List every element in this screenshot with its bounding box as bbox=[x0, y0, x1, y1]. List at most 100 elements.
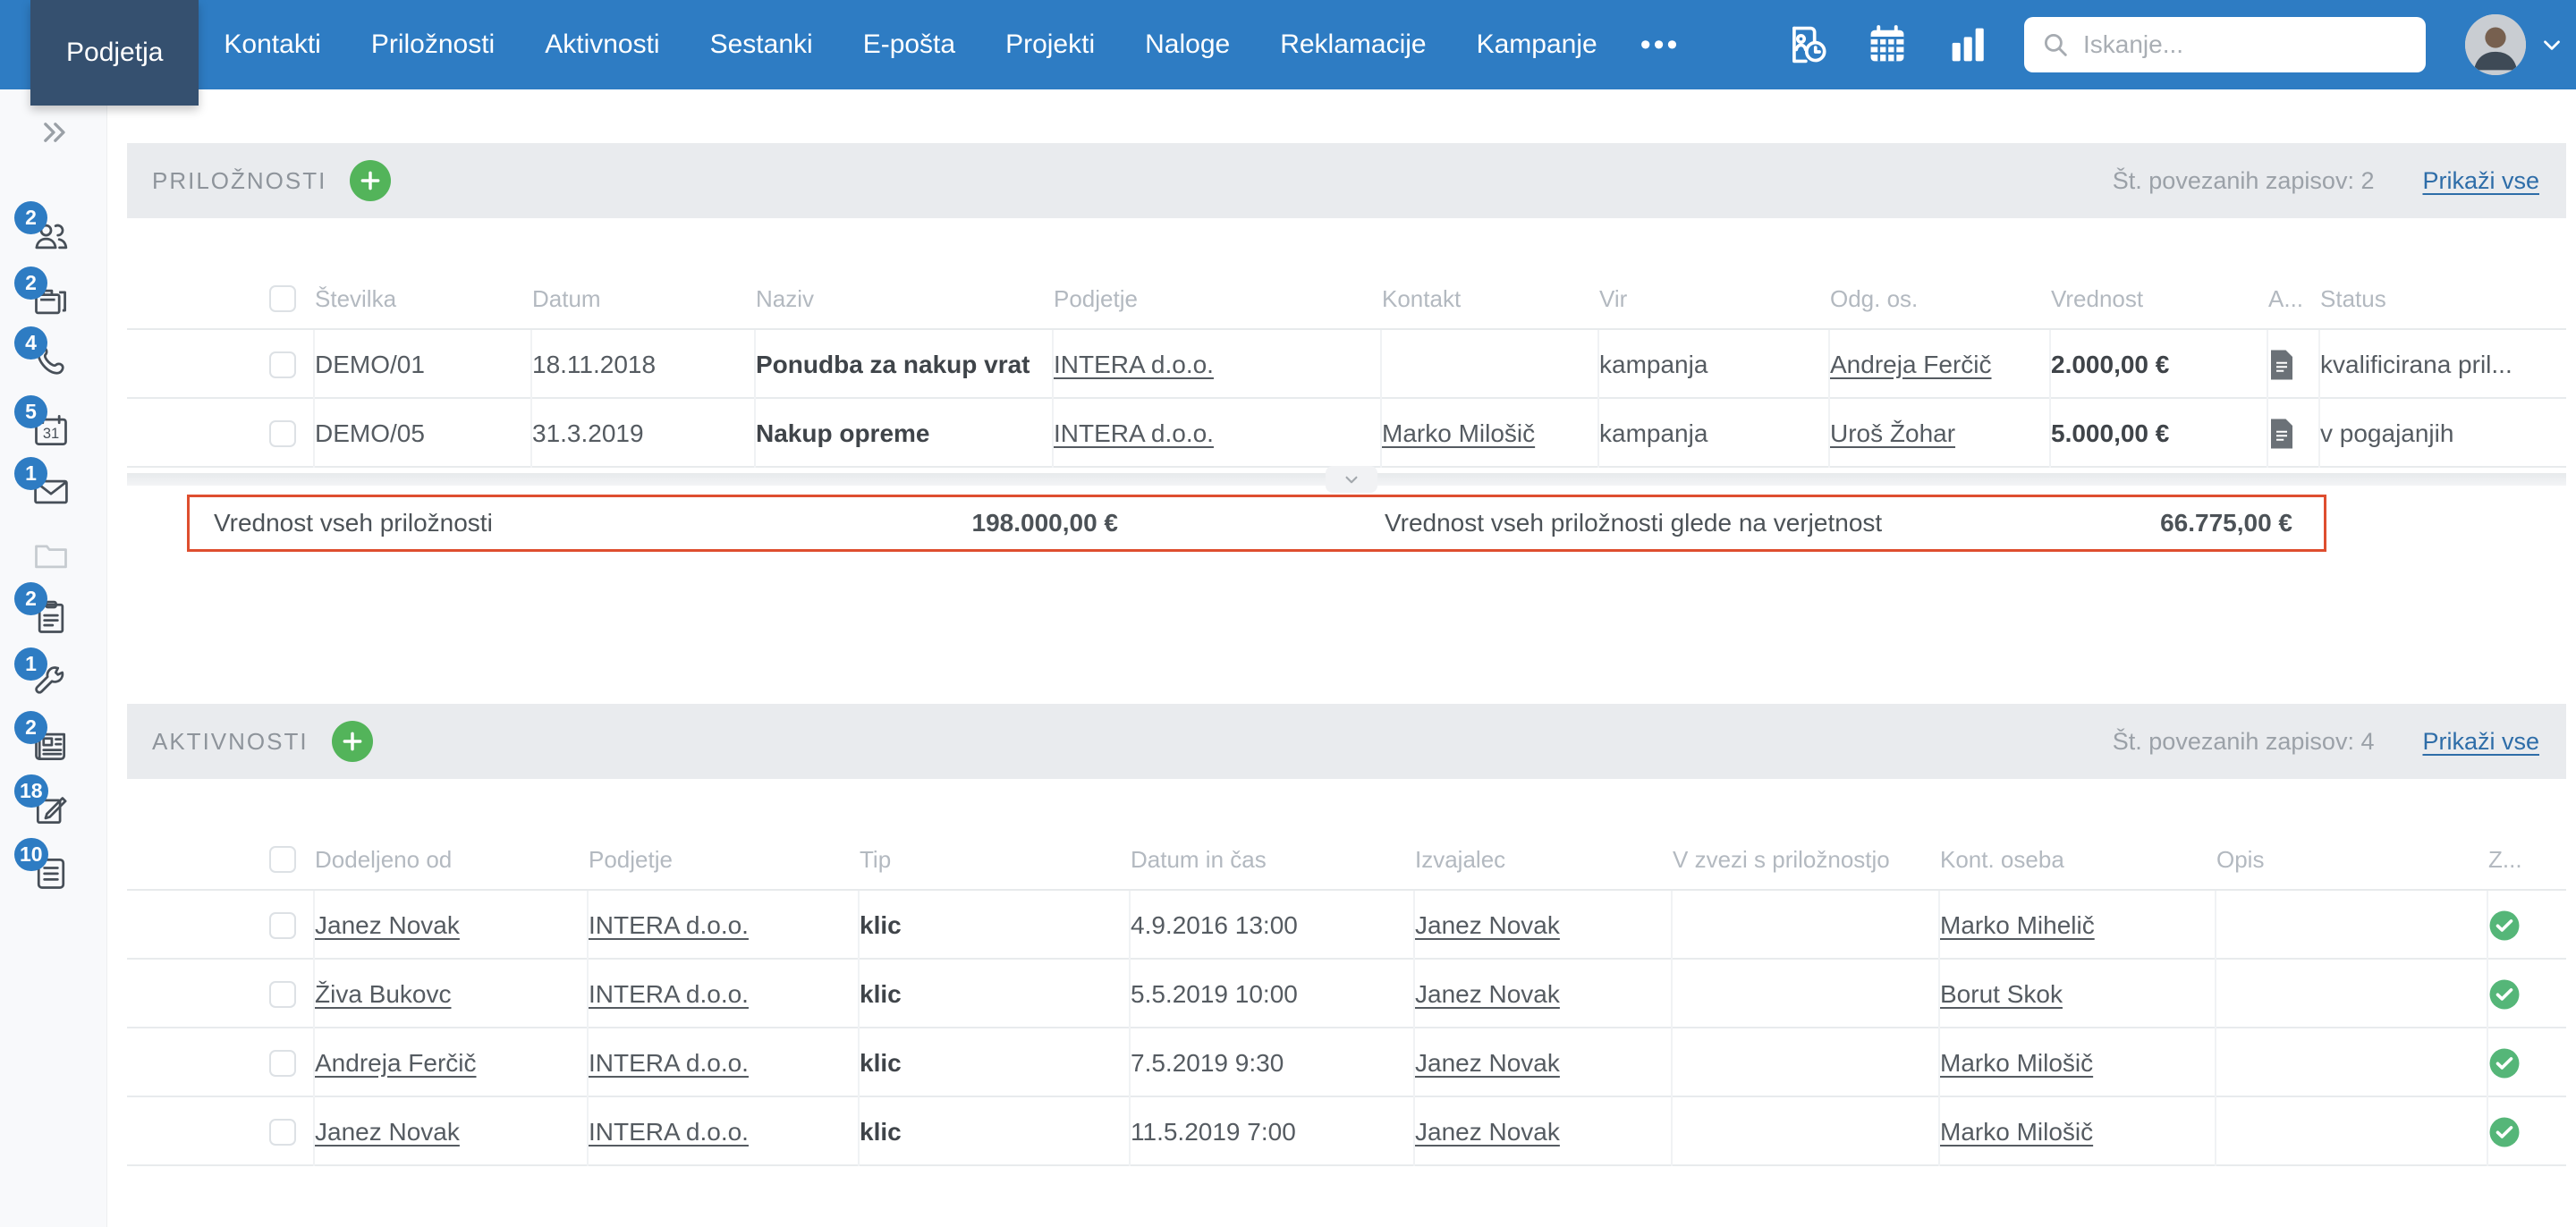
tab-projekti[interactable]: Projekti bbox=[980, 0, 1120, 89]
activity-datetime: 5.5.2019 10:00 bbox=[1131, 979, 1298, 1008]
company-link[interactable]: INTERA d.o.o. bbox=[589, 1118, 749, 1147]
add-opportunity-button[interactable] bbox=[350, 160, 392, 201]
executor-link[interactable]: Janez Novak bbox=[1415, 1049, 1560, 1078]
executor-link[interactable]: Janez Novak bbox=[1415, 911, 1560, 940]
crm-page: Podjetja Kontakti Priložnosti Aktivnosti… bbox=[0, 0, 2576, 1227]
sidebar-item-documents[interactable] bbox=[31, 536, 71, 575]
search-icon bbox=[2044, 33, 2067, 56]
executor-link[interactable]: Janez Novak bbox=[1415, 1118, 1560, 1147]
contact-person-link[interactable]: Marko Milošič bbox=[1940, 1118, 2093, 1147]
calendar-grid-icon[interactable] bbox=[1863, 21, 1911, 69]
row-checkbox[interactable] bbox=[269, 351, 296, 378]
badge-count: 2 bbox=[14, 711, 47, 744]
sidebar-expand-chevron-double-right-icon[interactable] bbox=[34, 113, 73, 157]
contact-person-link[interactable]: Marko Milošič bbox=[1940, 1049, 2093, 1078]
user-avatar[interactable] bbox=[2465, 14, 2526, 75]
responsible-person-link[interactable]: Uroš Žohar bbox=[1830, 419, 1955, 448]
company-link[interactable]: INTERA d.o.o. bbox=[589, 980, 749, 1009]
tab-sestanki[interactable]: Sestanki bbox=[685, 0, 838, 89]
row-checkbox[interactable] bbox=[269, 1049, 296, 1077]
activity-row[interactable]: Janez Novak INTERA d.o.o. klic 11.5.2019… bbox=[127, 1097, 2566, 1166]
opportunity-row[interactable]: DEMO/05 31.3.2019 Nakup opreme INTERA d.… bbox=[127, 399, 2566, 468]
row-checkbox[interactable] bbox=[269, 980, 296, 1008]
column-header: Vrednost bbox=[2051, 284, 2144, 312]
sidebar-item-projects[interactable]: 1 bbox=[14, 647, 71, 702]
search-input[interactable] bbox=[2083, 30, 2410, 59]
column-header: Številka bbox=[315, 284, 397, 312]
tab-label: E-pošta bbox=[862, 30, 956, 59]
opportunity-number: DEMO/01 bbox=[315, 350, 425, 378]
nav-more-button[interactable]: ••• bbox=[1623, 0, 1699, 89]
user-menu-chevron-down-icon[interactable] bbox=[2538, 31, 2565, 58]
activity-row[interactable]: Andreja Ferčič INTERA d.o.o. klic 7.5.20… bbox=[127, 1028, 2566, 1097]
tab-eposta[interactable]: E-pošta bbox=[838, 0, 980, 89]
tab-naloge[interactable]: Naloge bbox=[1120, 0, 1255, 89]
add-activity-button[interactable] bbox=[331, 721, 373, 762]
select-all-checkbox[interactable] bbox=[269, 285, 296, 312]
linked-records-count: Št. povezanih zapisov: 4 bbox=[2112, 727, 2375, 755]
contact-link[interactable]: Marko Milošič bbox=[1382, 419, 1535, 448]
activity-row[interactable]: Živa Bukovc INTERA d.o.o. klic 5.5.2019 … bbox=[127, 960, 2566, 1028]
sidebar-item-news[interactable]: 2 bbox=[14, 711, 71, 766]
attachment-document-icon[interactable] bbox=[2268, 418, 2295, 450]
row-checkbox[interactable] bbox=[269, 419, 296, 447]
value: 5.000,00 € bbox=[2051, 419, 2170, 447]
select-all-checkbox[interactable] bbox=[269, 846, 296, 873]
responsible-person-link[interactable]: Andreja Ferčič bbox=[1830, 351, 1992, 379]
column-header: Naziv bbox=[756, 284, 815, 312]
assigned-by-link[interactable]: Janez Novak bbox=[315, 911, 460, 940]
column-header: Tip bbox=[860, 845, 892, 873]
attachment-document-icon[interactable] bbox=[2268, 349, 2295, 381]
tab-reklamacije[interactable]: Reklamacije bbox=[1255, 0, 1451, 89]
opportunity-row[interactable]: DEMO/01 18.11.2018 Ponudba za nakup vrat… bbox=[127, 330, 2566, 399]
bar-chart-icon[interactable] bbox=[1944, 21, 1992, 69]
expand-summary-button[interactable] bbox=[1326, 466, 1377, 493]
completed-check-circle-icon bbox=[2489, 910, 2520, 940]
tab-priloznosti[interactable]: Priložnosti bbox=[346, 0, 520, 89]
sidebar-item-notes-edit[interactable]: 18 bbox=[14, 774, 71, 829]
row-checkbox[interactable] bbox=[269, 911, 296, 939]
contact-person-link[interactable]: Borut Skok bbox=[1940, 980, 2063, 1009]
opportunity-number: DEMO/05 bbox=[315, 419, 425, 447]
main-content: PRILOŽNOSTI Št. povezanih zapisov: 2 Pri… bbox=[127, 89, 2566, 1166]
tab-podjetja[interactable]: Podjetja bbox=[30, 0, 199, 106]
badge-count: 1 bbox=[14, 457, 47, 490]
sidebar-item-calls[interactable]: 4 bbox=[14, 326, 71, 381]
contact-person-link[interactable]: Marko Mihelič bbox=[1940, 911, 2095, 940]
company-link[interactable]: INTERA d.o.o. bbox=[1054, 351, 1214, 379]
sidebar-item-meetings[interactable]: 31 5 bbox=[14, 395, 71, 450]
row-checkbox[interactable] bbox=[269, 1118, 296, 1146]
recent-contacts-icon[interactable] bbox=[1783, 21, 1831, 69]
sidebar-item-lists[interactable]: 10 bbox=[14, 838, 71, 893]
sidebar-item-email[interactable]: 1 bbox=[14, 457, 71, 512]
column-header: Podjetje bbox=[1054, 284, 1138, 312]
sidebar-item-companies[interactable]: 2 bbox=[14, 267, 71, 321]
company-link[interactable]: INTERA d.o.o. bbox=[589, 1049, 749, 1078]
sidebar-item-tasks[interactable]: 2 bbox=[14, 582, 71, 637]
activity-datetime: 11.5.2019 7:00 bbox=[1131, 1117, 1296, 1146]
value: 2.000,00 € bbox=[2051, 350, 2170, 378]
show-all-link[interactable]: Prikaži vse bbox=[2422, 728, 2539, 756]
activity-type: klic bbox=[860, 1048, 902, 1077]
completed-check-circle-icon bbox=[2489, 979, 2520, 1009]
column-header: Dodeljeno od bbox=[315, 845, 453, 873]
plus-icon bbox=[343, 732, 361, 751]
assigned-by-link[interactable]: Živa Bukovc bbox=[315, 980, 452, 1009]
tab-kampanje[interactable]: Kampanje bbox=[1452, 0, 1623, 89]
company-link[interactable]: INTERA d.o.o. bbox=[589, 911, 749, 940]
badge-count: 1 bbox=[14, 647, 47, 681]
executor-link[interactable]: Janez Novak bbox=[1415, 980, 1560, 1009]
show-all-link[interactable]: Prikaži vse bbox=[2422, 167, 2539, 195]
assigned-by-link[interactable]: Janez Novak bbox=[315, 1118, 460, 1147]
activity-row[interactable]: Janez Novak INTERA d.o.o. klic 4.9.2016 … bbox=[127, 891, 2566, 960]
badge-count: 2 bbox=[14, 582, 47, 615]
tab-aktivnosti[interactable]: Aktivnosti bbox=[520, 0, 684, 89]
activity-datetime: 7.5.2019 9:30 bbox=[1131, 1048, 1284, 1077]
table-header-row: Številka Datum Naziv Podjetje Kontakt Vi… bbox=[127, 269, 2566, 330]
assigned-by-link[interactable]: Andreja Ferčič bbox=[315, 1049, 477, 1078]
completed-check-circle-icon bbox=[2489, 1117, 2520, 1147]
company-link[interactable]: INTERA d.o.o. bbox=[1054, 419, 1214, 448]
sidebar-item-contacts[interactable]: 2 bbox=[14, 201, 71, 256]
opportunities-summary-row: Vrednost vseh priložnosti 198.000,00 € V… bbox=[187, 495, 2326, 552]
tab-kontakti[interactable]: Kontakti bbox=[199, 0, 345, 89]
